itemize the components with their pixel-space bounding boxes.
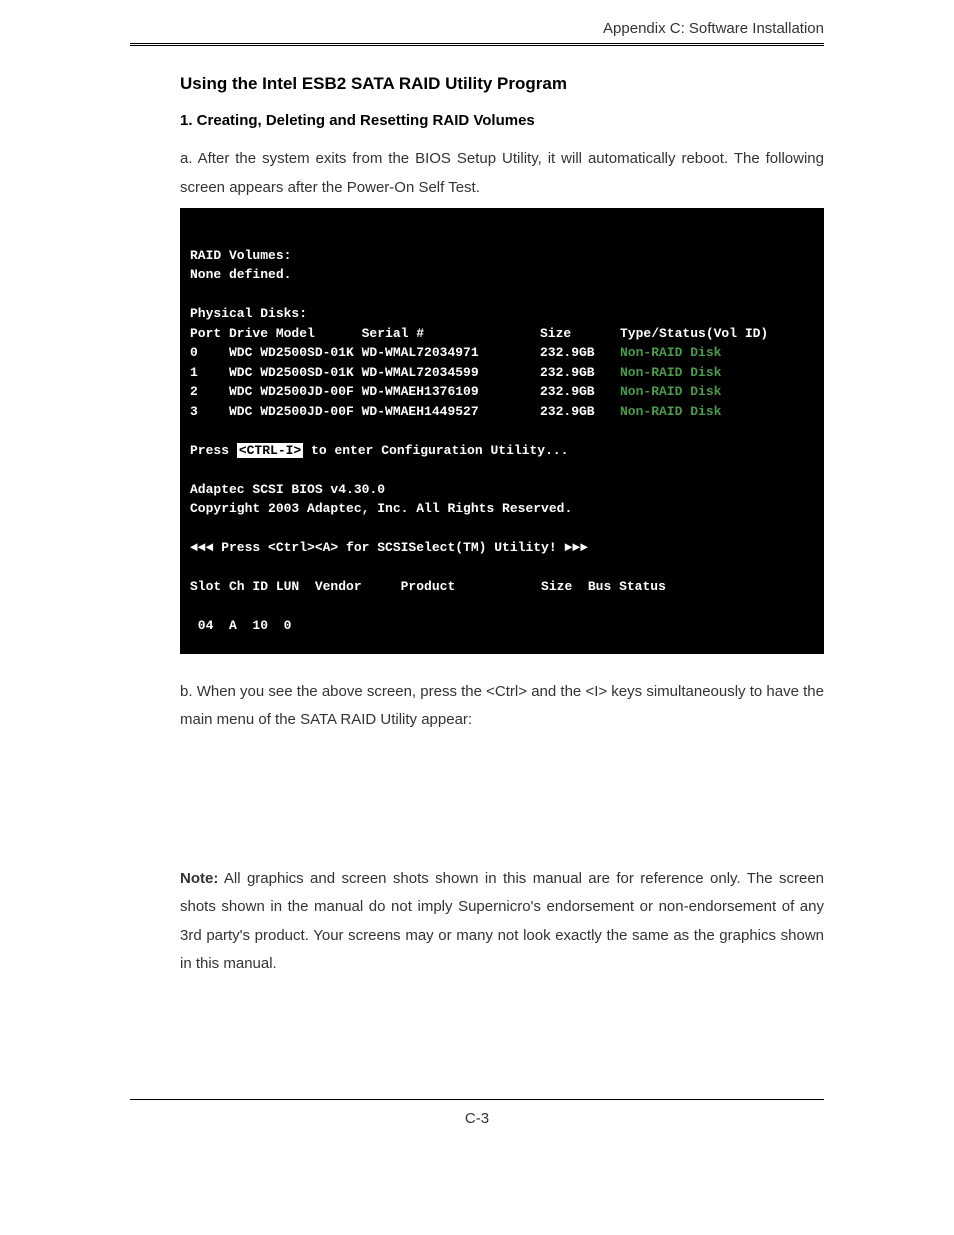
note-body: All graphics and screen shots shown in t… (180, 870, 824, 973)
sub-heading: 1. Creating, Deleting and Resetting RAID… (180, 112, 824, 129)
disk-size: 232.9GB (540, 402, 620, 422)
disk-status: Non-RAID Disk (620, 343, 721, 363)
disk-status: Non-RAID Disk (620, 363, 721, 383)
disk-status: Non-RAID Disk (620, 382, 721, 402)
none-defined: None defined. (190, 265, 814, 285)
slot-row: 04 A 10 0 (190, 616, 814, 636)
disk-header: Port Drive Model Serial #SizeType/Status… (190, 324, 814, 344)
paragraph-b: b. When you see the above screen, press … (180, 678, 824, 735)
paragraph-a: a. After the system exits from the BIOS … (180, 145, 824, 202)
note-paragraph: Note: All graphics and screen shots show… (180, 865, 824, 979)
scsiselect-line: ◄◄◄ Press <Ctrl><A> for SCSISelect(TM) U… (190, 538, 814, 558)
slot-header: Slot Ch ID LUN Vendor Product Size Bus S… (190, 577, 814, 597)
note-label: Note: (180, 870, 218, 887)
header-title: Appendix C: Software Installation (130, 20, 824, 37)
disk-size: 232.9GB (540, 382, 620, 402)
disk-left: 0 WDC WD2500SD-01K WD-WMAL72034971 (190, 343, 540, 363)
physical-disks-label: Physical Disks: (190, 304, 814, 324)
ctrl-i-key: <CTRL-I> (237, 443, 303, 458)
disk-size: 232.9GB (540, 363, 620, 383)
page-header: Appendix C: Software Installation (130, 20, 824, 46)
copyright: Copyright 2003 Adaptec, Inc. All Rights … (190, 499, 814, 519)
disk-row: 0 WDC WD2500SD-01K WD-WMAL72034971232.9G… (190, 343, 814, 363)
disk-status: Non-RAID Disk (620, 402, 721, 422)
page-footer: C-3 (130, 1099, 824, 1127)
page-number: C-3 (465, 1110, 489, 1127)
disk-left: 1 WDC WD2500SD-01K WD-WMAL72034599 (190, 363, 540, 383)
disk-header-left: Port Drive Model Serial # (190, 324, 540, 344)
disk-row: 3 WDC WD2500JD-00F WD-WMAEH1449527232.9G… (190, 402, 814, 422)
disk-header-type: Type/Status(Vol ID) (620, 324, 768, 344)
disk-row: 1 WDC WD2500SD-01K WD-WMAL72034599232.9G… (190, 363, 814, 383)
disk-row: 2 WDC WD2500JD-00F WD-WMAEH1376109232.9G… (190, 382, 814, 402)
disk-header-size: Size (540, 324, 620, 344)
terminal-screenshot: RAID Volumes:None defined. Physical Disk… (180, 208, 824, 654)
press-line: Press <CTRL-I> to enter Configuration Ut… (190, 441, 814, 461)
adaptec-bios: Adaptec SCSI BIOS v4.30.0 (190, 480, 814, 500)
disk-size: 232.9GB (540, 343, 620, 363)
section-heading: Using the Intel ESB2 SATA RAID Utility P… (180, 74, 824, 94)
disk-left: 2 WDC WD2500JD-00F WD-WMAEH1376109 (190, 382, 540, 402)
raid-volumes-label: RAID Volumes: (190, 246, 814, 266)
disk-left: 3 WDC WD2500JD-00F WD-WMAEH1449527 (190, 402, 540, 422)
